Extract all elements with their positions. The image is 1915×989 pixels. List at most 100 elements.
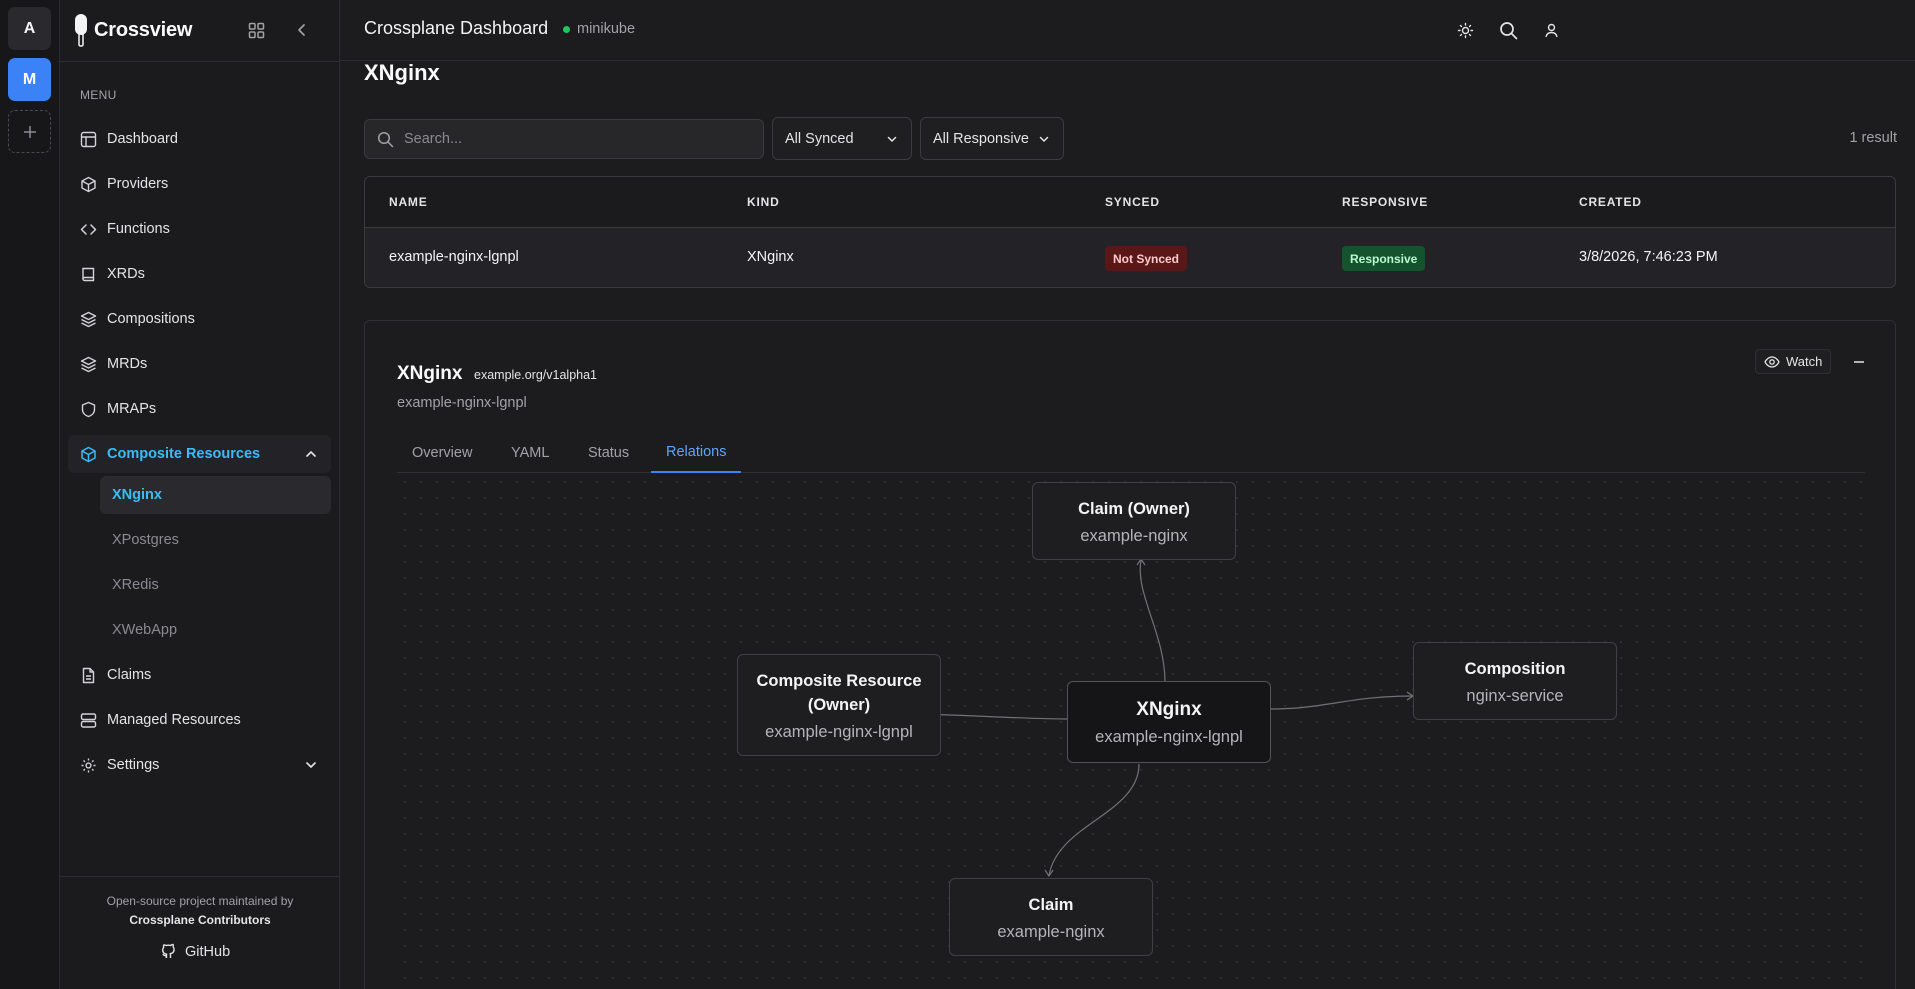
detail-tabs: Overview YAML Status Relations	[397, 433, 1865, 473]
sidebar-item-label: MRDs	[107, 356, 148, 372]
package-icon	[81, 176, 96, 192]
sidebar-item-settings[interactable]: Settings	[68, 746, 331, 784]
sidebar-item-label: Providers	[107, 176, 169, 192]
resource-name: example-nginx-lgnpl	[397, 395, 527, 411]
workspace-a[interactable]: A	[8, 7, 51, 50]
sidebar-item-dashboard[interactable]: Dashboard	[68, 120, 331, 158]
search-icon	[377, 131, 394, 147]
sidebar-item-claims[interactable]: Claims	[68, 656, 331, 694]
column-header-name[interactable]: NAME	[389, 195, 428, 209]
brand-name: Crossview	[94, 18, 193, 41]
sidebar-item-label: Settings	[107, 757, 160, 773]
node-name: example-nginx-lgnpl	[1095, 727, 1243, 746]
column-header-kind[interactable]: KIND	[747, 195, 780, 209]
sidebar-subitem-xpostgres[interactable]: XPostgres	[100, 521, 331, 559]
sidebar-item-label: XRDs	[107, 266, 145, 282]
responsive-filter-select[interactable]: All Responsive	[920, 117, 1064, 160]
watch-label: Watch	[1786, 354, 1823, 369]
arrow-head	[1044, 869, 1054, 878]
dashboard-title: Crossplane Dashboard	[364, 18, 549, 38]
sidebar-item-managed-resources[interactable]: Managed Resources	[68, 701, 331, 739]
node-name: example-nginx-lgnpl	[765, 722, 913, 741]
brand[interactable]: Crossview	[74, 12, 192, 48]
sidebar-item-composite-resources[interactable]: Composite Resources	[68, 435, 331, 473]
watch-button[interactable]: Watch	[1755, 349, 1832, 374]
graph-node-current-resource[interactable]: XNginx example-nginx-lgnpl	[1067, 681, 1271, 763]
page-title: XNginx	[364, 60, 440, 85]
sidebar-subitem-xnginx[interactable]: XNginx	[100, 476, 331, 514]
graph-node-composition[interactable]: Composition nginx-service	[1413, 642, 1617, 720]
sidebar-item-providers[interactable]: Providers	[68, 165, 331, 203]
app-root: A M Crossview MENU Dashboard Providers F…	[0, 0, 1915, 989]
search-input[interactable]	[404, 131, 744, 147]
resource-kind-title: XNginx	[397, 363, 463, 384]
resource-api-version: example.org/v1alpha1	[474, 368, 597, 382]
edge-to-composition	[1269, 695, 1414, 710]
sidebar-item-label: Compositions	[107, 311, 195, 327]
node-kind: Composite Resource (Owner)	[756, 671, 922, 714]
tab-relations[interactable]: Relations	[651, 433, 742, 473]
sidebar-item-label: Composite Resources	[107, 446, 261, 462]
collapse-sidebar-button[interactable]	[289, 17, 315, 43]
sidebar-item-label: Dashboard	[107, 131, 178, 147]
grid-icon	[248, 22, 264, 38]
node-kind: Claim (Owner)	[1078, 499, 1190, 518]
sidebar-subitem-xredis[interactable]: XRedis	[100, 566, 331, 604]
sidebar-item-label: MRAPs	[107, 401, 157, 417]
node-name: nginx-service	[1466, 686, 1564, 705]
node-kind: Claim	[1028, 895, 1074, 914]
footer-maintained-text: Open-source project maintained by	[106, 894, 294, 908]
cluster-context[interactable]: minikube	[577, 21, 635, 37]
shield-icon	[81, 401, 96, 417]
sidebar-divider	[60, 61, 340, 62]
code-icon	[80, 223, 97, 235]
crossview-logo-icon	[75, 14, 87, 47]
chevron-left-icon	[298, 24, 305, 36]
sidebar: Crossview MENU Dashboard Providers Funct…	[60, 0, 340, 989]
graph-node-claim-owner[interactable]: Claim (Owner) example-nginx	[1032, 482, 1236, 560]
connection-status-dot	[563, 26, 570, 33]
menu-label: MENU	[80, 88, 117, 102]
search-button[interactable]	[1494, 16, 1522, 44]
github-icon	[162, 943, 175, 958]
graph-node-claim[interactable]: Claim example-nginx	[949, 878, 1153, 956]
user-menu-button[interactable]	[1537, 16, 1565, 44]
column-header-synced[interactable]: SYNCED	[1105, 195, 1160, 209]
github-link[interactable]: GitHub	[160, 943, 230, 960]
cell-created: 3/8/2026, 7:46:23 PM	[1579, 249, 1718, 265]
sidebar-footer-divider	[60, 876, 340, 877]
chevron-down-icon	[1039, 136, 1049, 142]
layout-dashboard-icon	[80, 131, 97, 147]
graph-node-composite-owner[interactable]: Composite Resource (Owner) example-nginx…	[737, 654, 941, 756]
column-header-responsive[interactable]: RESPONSIVE	[1342, 195, 1428, 209]
synced-filter-select[interactable]: All Synced	[772, 117, 912, 160]
sidebar-item-label: Functions	[107, 221, 170, 237]
search-icon	[1499, 21, 1517, 39]
sidebar-subitem-xwebapp[interactable]: XWebApp	[100, 611, 331, 649]
gear-icon	[81, 758, 96, 772]
sidebar-item-label: Claims	[107, 667, 152, 683]
sidebar-item-mrds[interactable]: MRDs	[68, 345, 331, 383]
file-text-icon	[82, 667, 95, 683]
synced-filter-value: All Synced	[785, 130, 854, 147]
tab-status[interactable]: Status	[573, 433, 644, 473]
sidebar-item-compositions[interactable]: Compositions	[68, 300, 331, 338]
workspace-grid-button[interactable]	[243, 17, 269, 43]
minus-icon	[1854, 361, 1864, 363]
sidebar-item-functions[interactable]: Functions	[68, 210, 331, 248]
search-field[interactable]	[364, 119, 764, 159]
minimize-panel-button[interactable]	[1847, 350, 1871, 374]
tab-yaml[interactable]: YAML	[496, 433, 564, 473]
add-workspace-button[interactable]	[8, 110, 51, 153]
plus-icon	[23, 125, 36, 138]
column-header-created[interactable]: CREATED	[1579, 195, 1642, 209]
server-icon	[80, 712, 97, 728]
workspace-m[interactable]: M	[8, 58, 51, 101]
sidebar-item-mraps[interactable]: MRAPs	[68, 390, 331, 428]
workspace-rail: A M	[0, 0, 60, 989]
sidebar-item-xrds[interactable]: XRDs	[68, 255, 331, 293]
relations-graph[interactable]: Claim (Owner) example-nginx Composite Re…	[397, 474, 1865, 989]
resource-detail-panel: XNginx example.org/v1alpha1 example-ngin…	[364, 320, 1896, 989]
tab-overview[interactable]: Overview	[397, 433, 487, 473]
theme-toggle-button[interactable]	[1451, 16, 1479, 44]
